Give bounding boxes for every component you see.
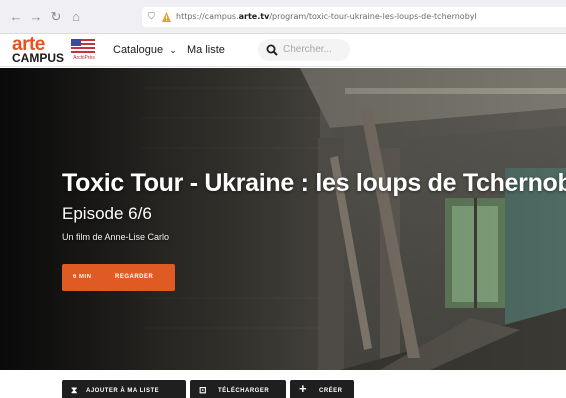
watch-label: REGARDER — [115, 274, 154, 280]
nav-catalogue[interactable]: Catalogue ⌄ — [113, 44, 177, 56]
site-header: arte CAMPUS ArchiPrès Catalogue ⌄ Ma lis… — [0, 34, 566, 67]
create-button[interactable]: + CRÉER — [290, 380, 354, 398]
archipres-flag-icon[interactable] — [71, 39, 95, 53]
chevron-down-icon: ⌄ — [169, 45, 177, 55]
hero-banner: Toxic Tour - Ukraine : les loups de Tche… — [0, 68, 566, 370]
nav-ma-liste[interactable]: Ma liste — [187, 44, 225, 56]
action-bar: ⧗ AJOUTER À MA LISTE ⊡ TÉLÉCHARGER + CRÉ… — [0, 370, 566, 398]
nav-catalogue-label: Catalogue — [113, 44, 164, 56]
campus-logo[interactable]: CAMPUS — [12, 52, 64, 64]
create-label: CRÉER — [319, 388, 343, 394]
add-to-list-label: AJOUTER À MA LISTE — [86, 388, 160, 394]
search-input[interactable]: Chercher... — [283, 44, 332, 55]
hero-title: Toxic Tour - Ukraine : les loups de Tche… — [62, 169, 566, 197]
address-bar[interactable]: ⛉ https://campus.arte.tv/program/toxic-t… — [142, 7, 566, 27]
film-credit: Un film de Anne-Lise Carlo — [62, 232, 170, 242]
watch-duration: 6 MIN — [73, 274, 92, 280]
browser-toolbar: ← → ↻ ⌂ ⛉ https://campus.arte.tv/program… — [0, 0, 566, 34]
plus-icon: + — [299, 381, 308, 396]
url-domain: arte.tv — [238, 12, 270, 21]
url-text: https://campus.arte.tv/program/toxic-tou… — [176, 7, 477, 27]
flag-caption: ArchiPrès — [73, 55, 95, 61]
search-icon — [266, 44, 278, 56]
download-icon: ⊡ — [199, 385, 208, 395]
back-arrow-icon[interactable]: ← — [8, 9, 24, 25]
episode-label: Episode 6/6 — [62, 204, 152, 223]
tracking-shield-icon[interactable]: ⛉ — [148, 7, 155, 27]
add-to-list-button[interactable]: ⧗ AJOUTER À MA LISTE — [62, 380, 186, 398]
search-box[interactable]: Chercher... — [258, 39, 350, 61]
download-button[interactable]: ⊡ TÉLÉCHARGER — [190, 380, 286, 398]
url-prefix: https://campus. — [176, 12, 239, 21]
forward-arrow-icon[interactable]: → — [28, 9, 44, 25]
home-icon[interactable]: ⌂ — [68, 9, 84, 25]
lock-icon[interactable] — [162, 12, 171, 22]
download-label: TÉLÉCHARGER — [218, 388, 270, 394]
reload-icon[interactable]: ↻ — [48, 9, 64, 25]
watch-button[interactable]: 6 MIN REGARDER — [62, 264, 175, 291]
url-path: /program/toxic-tour-ukraine-les-loups-de… — [269, 12, 477, 21]
hourglass-icon: ⧗ — [71, 385, 78, 395]
